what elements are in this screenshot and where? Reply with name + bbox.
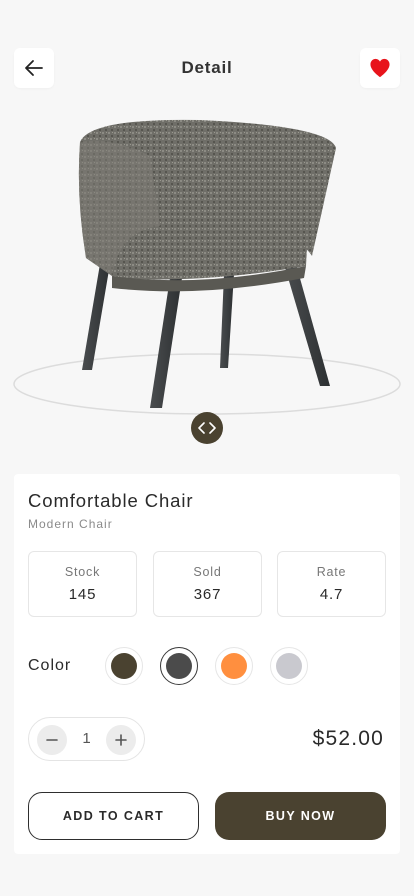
swatch-dot	[111, 653, 137, 679]
color-swatch-charcoal[interactable]	[160, 647, 198, 685]
swatch-dot	[276, 653, 302, 679]
color-label: Color	[28, 657, 72, 674]
color-swatch-dark-olive[interactable]	[105, 647, 143, 685]
stat-label: Stock	[64, 565, 101, 579]
add-to-cart-button[interactable]: ADD TO CART	[28, 792, 199, 840]
stat-stock: Stock 145	[28, 551, 137, 617]
stat-value: 145	[68, 586, 97, 603]
heart-icon	[370, 58, 390, 78]
product-price: $52.00	[312, 727, 384, 750]
swatch-dot	[166, 653, 192, 679]
plus-icon	[115, 734, 127, 746]
product-name: Comfortable Chair	[28, 490, 194, 511]
rotate-view-handle[interactable]	[191, 412, 223, 444]
color-swatch-orange[interactable]	[215, 647, 253, 685]
product-detail-card: Comfortable Chair Modern Chair Stock 145…	[14, 474, 400, 854]
stat-value: 4.7	[319, 586, 344, 603]
stat-rate: Rate 4.7	[277, 551, 386, 617]
quantity-stepper: 1	[28, 717, 145, 761]
stat-label: Rate	[316, 565, 347, 579]
swatch-dot	[221, 653, 247, 679]
favorite-button[interactable]	[360, 48, 400, 88]
stat-value: 367	[193, 586, 222, 603]
stat-sold: Sold 367	[153, 551, 262, 617]
product-image-area	[0, 108, 414, 448]
chevron-left-right-icon	[198, 422, 216, 434]
buy-now-button[interactable]: BUY NOW	[215, 792, 386, 840]
color-swatch-light-gray[interactable]	[270, 647, 308, 685]
product-subtitle: Modern Chair	[28, 517, 113, 531]
increase-quantity-button[interactable]	[106, 725, 136, 755]
stat-label: Sold	[193, 565, 222, 579]
chair-image	[13, 119, 401, 415]
page-title: Detail	[181, 58, 233, 77]
